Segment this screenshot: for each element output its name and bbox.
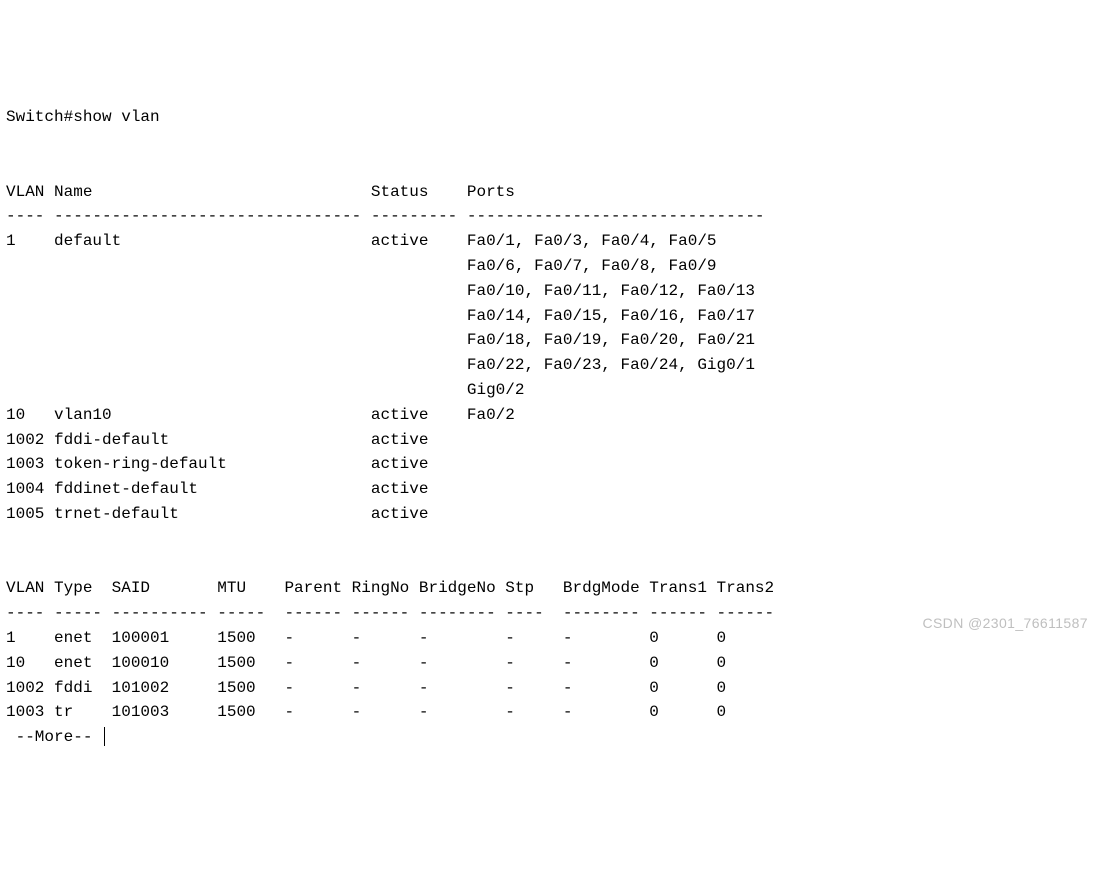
pager-more[interactable]: --More-- xyxy=(6,728,102,746)
cli-command: show vlan xyxy=(73,108,159,126)
watermark: CSDN @2301_76611587 xyxy=(922,613,1088,635)
cli-prompt: Switch# xyxy=(6,108,73,126)
vlan-table-2: VLAN Type SAID MTU Parent RingNo BridgeN… xyxy=(6,552,1100,726)
vlan-table-1: VLAN Name Status Ports ---- ------------… xyxy=(6,155,1100,527)
cursor-icon xyxy=(104,727,105,746)
